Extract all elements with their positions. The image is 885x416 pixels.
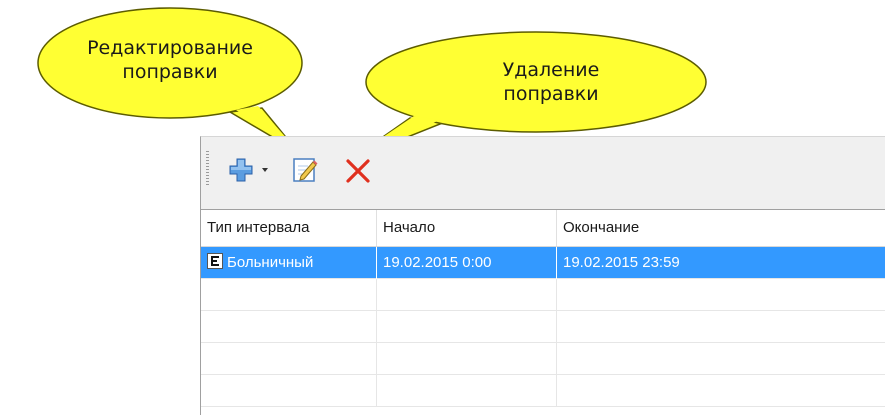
empty-cell [201, 279, 377, 311]
toolbar-grip[interactable] [206, 151, 209, 185]
plus-dropdown-icon [229, 158, 268, 182]
empty-cell [201, 343, 377, 375]
callout-edit-text: Редактирование поправки [60, 36, 280, 84]
add-button[interactable] [229, 155, 281, 185]
column-header-start[interactable]: Начало [377, 210, 557, 246]
cell-start: 19.02.2015 0:00 [377, 247, 557, 279]
empty-cell [377, 343, 557, 375]
empty-cell [377, 375, 557, 407]
delete-button[interactable] [343, 155, 373, 185]
table-row[interactable] [201, 343, 885, 375]
column-header-end[interactable]: Окончание [557, 210, 885, 246]
empty-cell [201, 375, 377, 407]
corrections-panel: Тип интервала Начало Окончание Больничны… [200, 136, 885, 416]
empty-cell [377, 311, 557, 343]
intervals-grid: Тип интервала Начало Окончание Больничны… [201, 209, 885, 416]
table-row[interactable] [201, 279, 885, 311]
toolbar [201, 137, 885, 201]
cell-end: 19.02.2015 23:59 [563, 254, 680, 271]
table-row[interactable] [201, 375, 885, 407]
callout-delete-text: Удаление поправки [456, 58, 646, 106]
edit-button[interactable] [291, 155, 321, 185]
edit-document-icon [293, 158, 318, 182]
callout-delete-line1: Удаление [502, 59, 600, 81]
table-row[interactable]: Больничный 19.02.2015 0:00 19.02.2015 23… [201, 247, 885, 279]
callout-edit-line1: Редактирование [87, 37, 253, 59]
calendar-e-icon [207, 253, 223, 270]
empty-cell [201, 311, 377, 343]
table-row[interactable] [201, 311, 885, 343]
column-header-type[interactable]: Тип интервала [201, 210, 377, 246]
cell-type: Больничный [201, 247, 377, 279]
empty-cell [377, 279, 557, 311]
red-x-icon [346, 159, 370, 183]
callout-delete-line2: поправки [503, 83, 599, 105]
callout-edit-line2: поправки [122, 61, 218, 83]
cell-type-text: Больничный [227, 254, 314, 271]
grid-header: Тип интервала Начало Окончание [201, 210, 885, 247]
